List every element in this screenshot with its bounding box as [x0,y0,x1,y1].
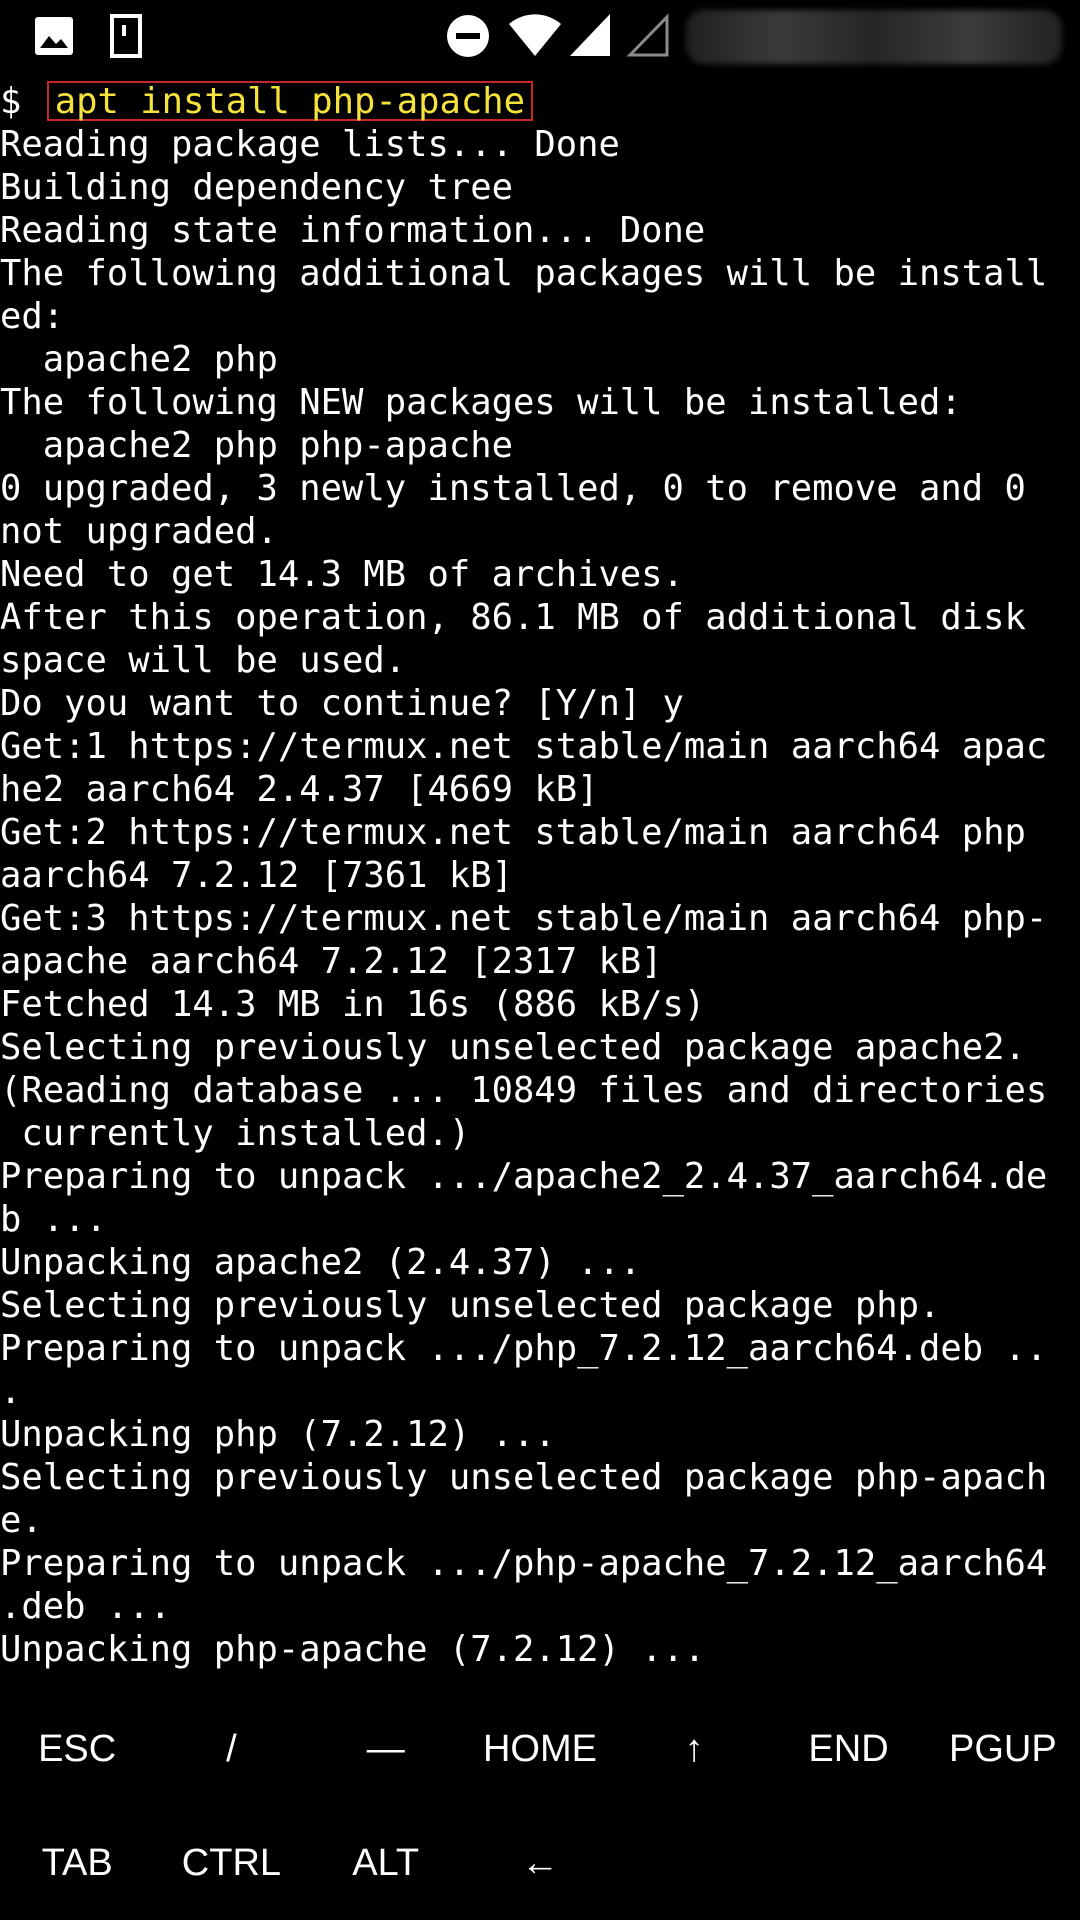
terminal-output[interactable]: $ apt install php-apache Reading package… [0,80,1080,1680]
sd-card-icon [110,14,142,58]
terminal-line: apache2 php php-apache [0,425,513,466]
slash-key[interactable]: / [154,1704,308,1794]
terminal-line: The following additional packages will b… [0,253,1048,294]
terminal-line: apache aarch64 7.2.12 [2317 kB] [0,941,663,982]
terminal-line: e. [0,1500,43,1541]
terminal-line: Selecting previously unselected package … [0,1457,1048,1498]
terminal-line: b ... [0,1199,107,1240]
terminal-line: Selecting previously unselected package … [0,1027,1026,1068]
output-lines: Reading package lists... Done Building de… [0,123,1080,1671]
terminal-line: The following NEW packages will be insta… [0,382,962,423]
gallery-icon [35,17,73,55]
extra-keys-row-1: ESC / — HOME ↑ END PGUP [0,1704,1080,1794]
terminal-line: Need to get 14.3 MB of archives. [0,554,684,595]
blurred-status-info [686,10,1062,64]
shell-prompt: $ [0,81,22,122]
terminal-line: . [0,1371,22,1412]
esc-key[interactable]: ESC [0,1704,154,1794]
highlighted-command: apt install php-apache [46,81,533,121]
terminal-line: he2 aarch64 2.4.37 [4669 kB] [0,769,599,810]
terminal-line: Reading package lists... Done [0,124,620,165]
terminal-line: Preparing to unpack .../apache2_2.4.37_a… [0,1156,1048,1197]
end-key[interactable]: END [771,1704,925,1794]
terminal-line: Unpacking php-apache (7.2.12) ... [0,1629,706,1670]
status-bar [0,0,1080,70]
terminal-line: not upgraded. [0,511,278,552]
wifi-icon [509,14,561,56]
terminal-line: Fetched 14.3 MB in 16s (886 kB/s) [0,984,706,1025]
terminal-line: (Reading database ... 10849 files and di… [0,1070,1048,1111]
parzibyte-watermark [588,1818,1080,1920]
terminal-line: Unpacking php (7.2.12) ... [0,1414,556,1455]
ctrl-key[interactable]: CTRL [154,1818,308,1908]
cell-signal-icon [570,14,610,56]
terminal-line: Get:2 https://termux.net stable/main aar… [0,812,1026,853]
terminal-line: Get:3 https://termux.net stable/main aar… [0,898,1048,939]
alt-key[interactable]: ALT [309,1818,463,1908]
do-not-disturb-icon [447,15,489,57]
terminal-line: Get:1 https://termux.net stable/main aar… [0,726,1048,767]
terminal-line: Unpacking apache2 (2.4.37) ... [0,1242,642,1283]
cell-signal-empty-icon [626,13,669,57]
terminal-line: ed: [0,296,65,337]
terminal-line: .deb ... [0,1586,171,1627]
terminal-line: 0 upgraded, 3 newly installed, 0 to remo… [0,468,1026,509]
terminal-line: apache2 php [0,339,278,380]
tab-key[interactable]: TAB [0,1818,154,1908]
terminal-line: Preparing to unpack .../php_7.2.12_aarch… [0,1328,1048,1369]
terminal-line: aarch64 7.2.12 [7361 kB] [0,855,513,896]
dash-key[interactable]: — [309,1704,463,1794]
home-key[interactable]: HOME [463,1704,617,1794]
terminal-line: space will be used. [0,640,407,681]
terminal-line: Reading state information... Done [0,210,706,251]
terminal-line: Selecting previously unselected package … [0,1285,941,1326]
terminal-line: currently installed.) [0,1113,471,1154]
command-line: $ apt install php-apache [0,80,1080,123]
terminal-line: After this operation, 86.1 MB of additio… [0,597,1026,638]
pgup-key[interactable]: PGUP [926,1704,1080,1794]
terminal-line: Do you want to continue? [Y/n] y [0,683,684,724]
terminal-line: Building dependency tree [0,167,513,208]
arrow-up-key[interactable]: ↑ [617,1704,771,1794]
terminal-line: Preparing to unpack .../php-apache_7.2.1… [0,1543,1048,1584]
